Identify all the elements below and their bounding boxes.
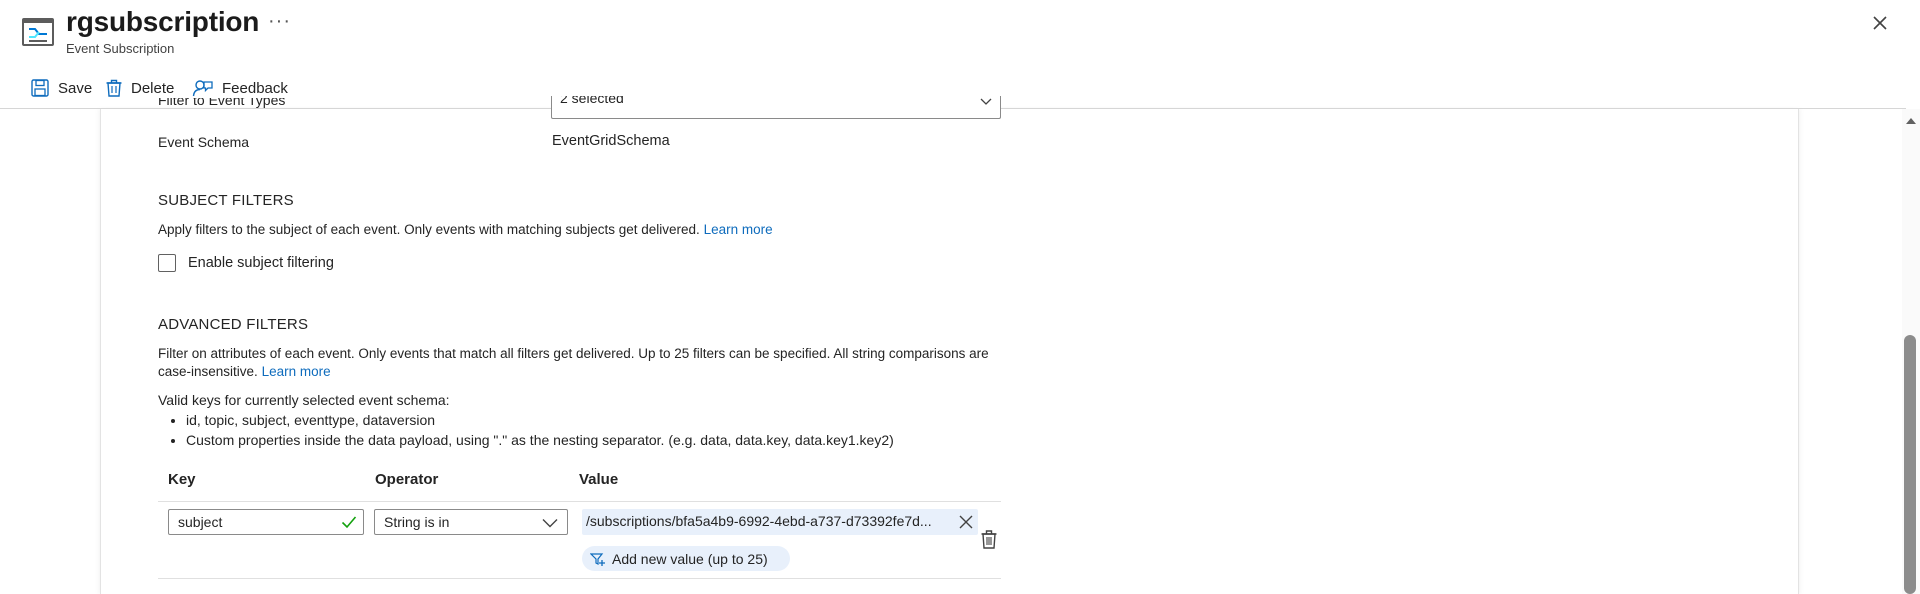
filter-value-chip[interactable]: /subscriptions/bfa5a4b9-6992-4ebd-a737-d… — [582, 509, 978, 535]
close-icon — [959, 515, 973, 529]
add-filter-icon — [590, 552, 605, 566]
add-new-value-label: Add new value (up to 25) — [612, 550, 768, 567]
scrollbar-thumb[interactable] — [1904, 335, 1916, 594]
filter-key-input[interactable]: subject — [168, 509, 364, 535]
subject-filters-text: Apply filters to the subject of each eve… — [158, 222, 700, 237]
valid-keys-list: id, topic, subject, eventtype, dataversi… — [158, 410, 1058, 450]
save-label: Save — [58, 79, 93, 97]
valid-keys-item: Custom properties inside the data payloa… — [186, 430, 1058, 450]
checkmark-icon — [341, 516, 357, 529]
filter-value-text: /subscriptions/bfa5a4b9-6992-4ebd-a737-d… — [586, 513, 932, 529]
save-icon — [31, 79, 49, 97]
add-new-value-button[interactable]: Add new value (up to 25) — [582, 546, 790, 571]
chevron-down-icon — [980, 98, 992, 105]
more-options-button[interactable]: ··· — [268, 10, 291, 33]
remove-value-button[interactable] — [956, 512, 976, 532]
subject-filters-description: Apply filters to the subject of each eve… — [158, 222, 773, 237]
advanced-filters-title: ADVANCED FILTERS — [158, 316, 309, 333]
advanced-filters-text-line2: case-insensitive. — [158, 364, 258, 379]
filter-key-value: subject — [178, 514, 223, 530]
table-row-divider — [158, 578, 1001, 579]
page-subtitle: Event Subscription — [66, 41, 175, 56]
advanced-filters-learn-more-link[interactable]: Learn more — [262, 364, 331, 379]
scroll-up-button[interactable] — [1904, 114, 1918, 128]
filter-operator-select[interactable]: String is in — [374, 509, 568, 535]
subject-filters-title: SUBJECT FILTERS — [158, 192, 294, 209]
valid-keys-item: id, topic, subject, eventtype, dataversi… — [186, 410, 1058, 430]
column-header-key: Key — [168, 471, 196, 488]
feedback-label: Feedback — [222, 79, 288, 97]
event-schema-value: EventGridSchema — [552, 133, 670, 149]
advanced-filters-text-line1: Filter on attributes of each event. Only… — [158, 346, 989, 361]
enable-subject-filtering-checkbox[interactable] — [158, 254, 176, 272]
close-icon — [1873, 16, 1887, 30]
event-types-label: Filter to Event Types — [158, 98, 286, 108]
save-button[interactable]: Save — [30, 74, 92, 102]
enable-subject-filtering-label: Enable subject filtering — [188, 255, 334, 271]
trash-icon — [981, 530, 997, 549]
event-schema-label: Event Schema — [158, 134, 250, 150]
feedback-icon — [192, 80, 213, 97]
delete-label: Delete — [131, 79, 175, 97]
trash-icon — [106, 79, 122, 97]
event-types-dropdown[interactable]: 2 selected — [551, 96, 1001, 119]
event-types-value: 2 selected — [560, 96, 624, 106]
delete-filter-button[interactable] — [980, 528, 998, 550]
chevron-down-icon — [542, 519, 558, 528]
column-header-value: Value — [579, 471, 619, 488]
valid-keys-intro: Valid keys for currently selected event … — [158, 392, 450, 408]
subject-filters-learn-more-link[interactable]: Learn more — [704, 222, 773, 237]
page-title: rgsubscription — [66, 6, 260, 37]
table-header-divider — [158, 501, 1001, 502]
advanced-filters-description: Filter on attributes of each event. Only… — [158, 345, 1008, 381]
arrow-up-icon — [1906, 118, 1916, 124]
filter-operator-value: String is in — [384, 514, 450, 530]
event-subscription-icon — [22, 17, 54, 47]
column-header-operator: Operator — [375, 471, 439, 488]
close-button[interactable] — [1867, 10, 1893, 36]
